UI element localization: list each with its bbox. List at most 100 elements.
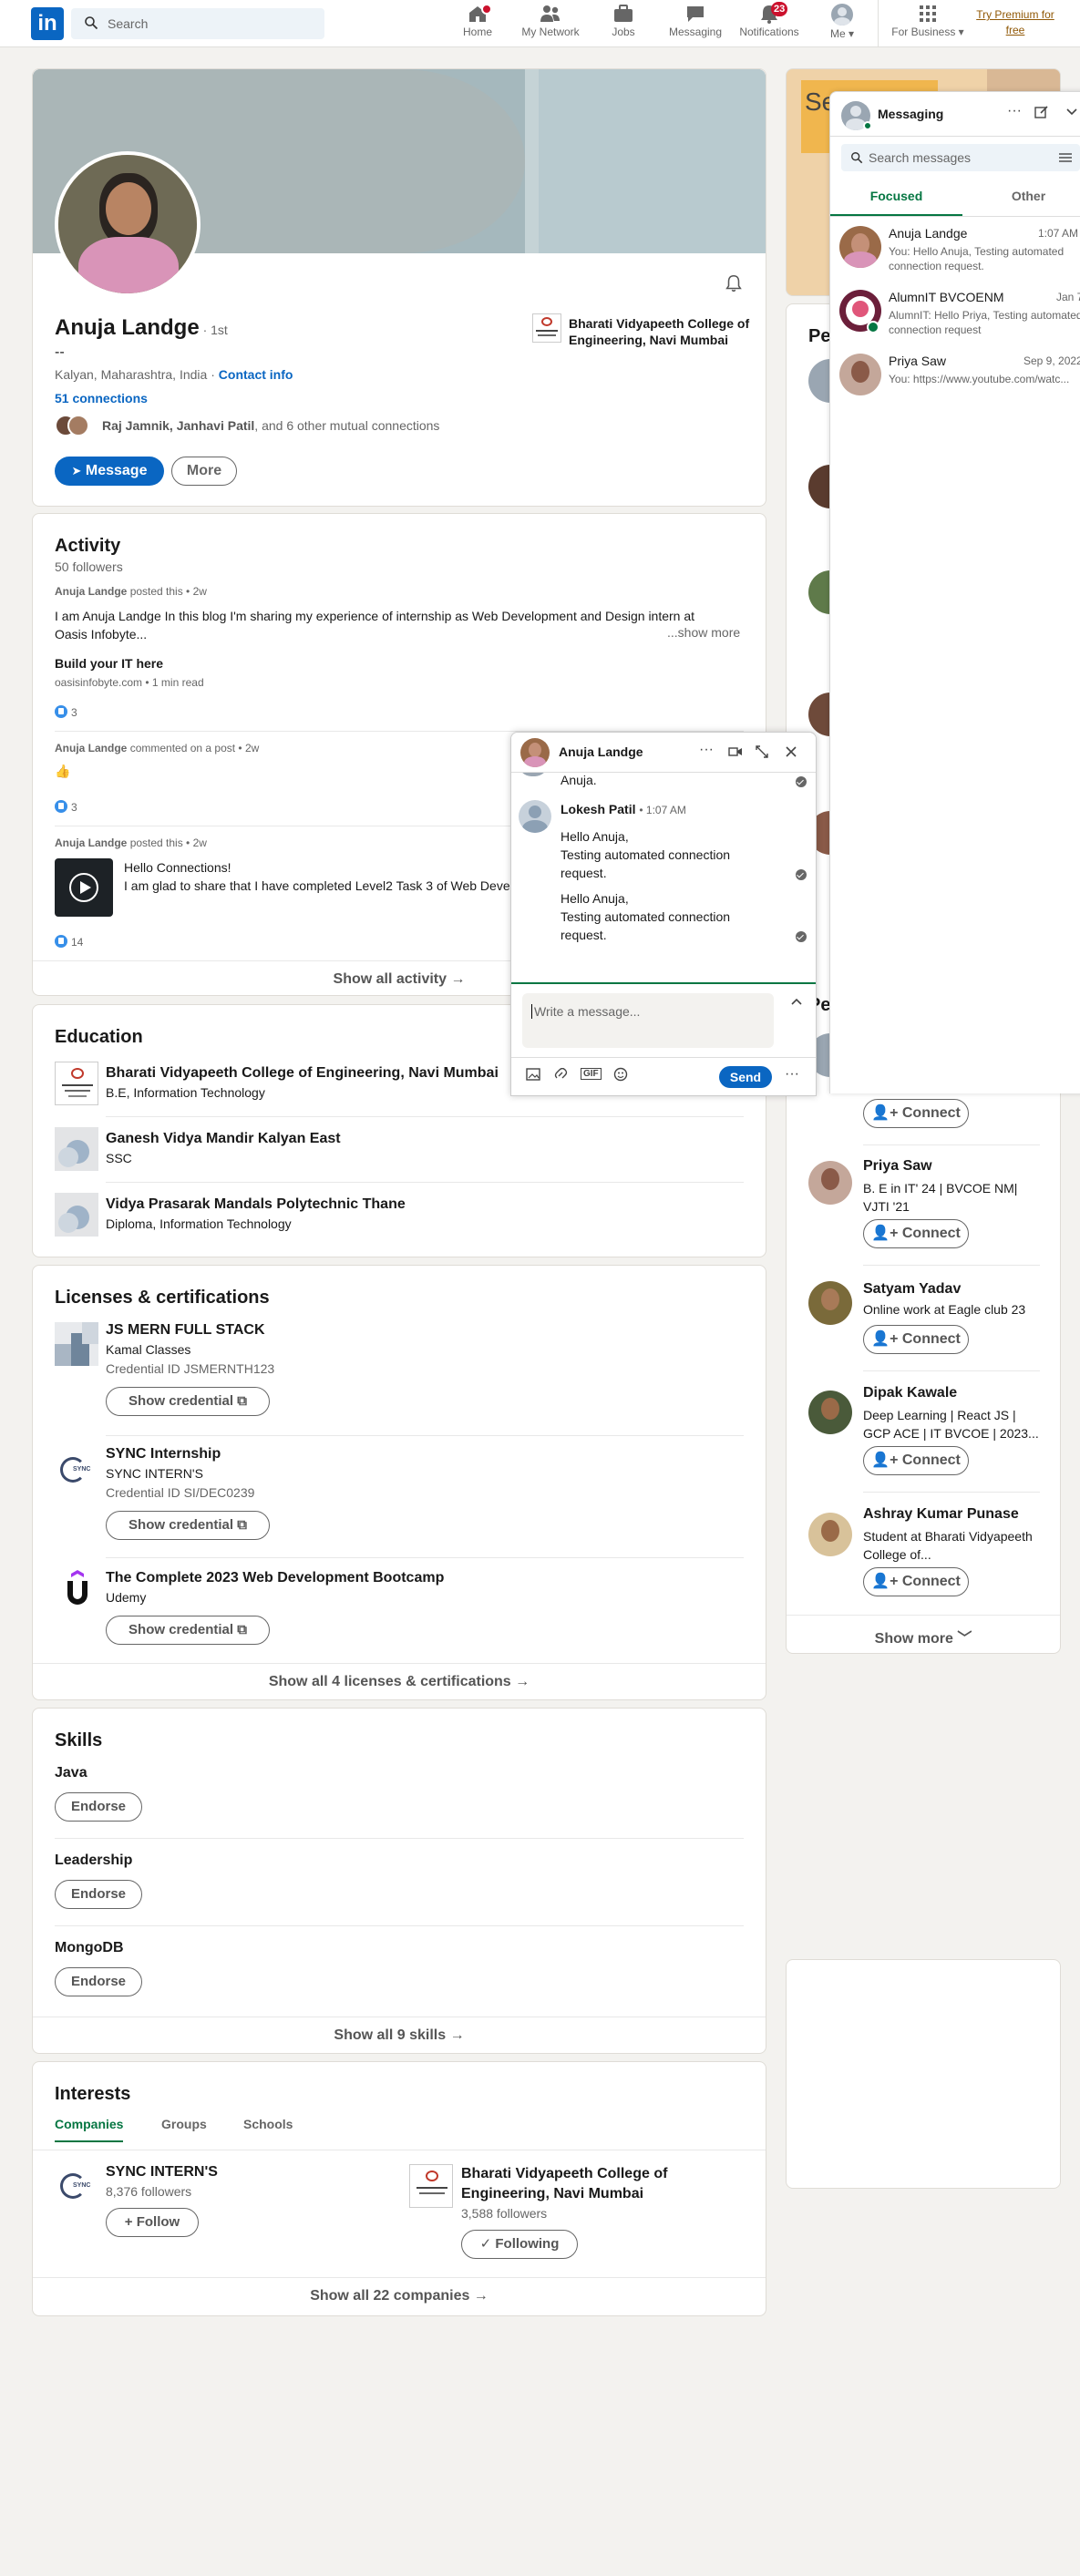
tab-groups[interactable]: Groups (161, 2117, 207, 2131)
profile-photo[interactable] (55, 151, 201, 297)
nav-jobs[interactable]: Jobs (605, 4, 642, 38)
more-options-icon[interactable]: ··· (1007, 103, 1022, 119)
person-name[interactable]: Dipak Kawale (863, 1385, 957, 1401)
compose-icon[interactable] (1034, 105, 1049, 119)
sender-avatar[interactable] (519, 800, 551, 833)
post-link-title[interactable]: Build your IT here (55, 656, 163, 671)
person-avatar[interactable] (808, 1281, 852, 1325)
gif-icon[interactable]: GIF (581, 1068, 602, 1080)
more-options-icon[interactable]: ··· (699, 742, 714, 758)
mutual-connections[interactable]: Raj Jamnik, Janhavi Patil, and 6 other m… (102, 418, 439, 433)
chat-header[interactable]: Anuja Landge ··· (511, 733, 816, 773)
endorse-button[interactable]: Endorse (55, 1792, 142, 1822)
skill-name[interactable]: Java (55, 1765, 87, 1781)
nav-home[interactable]: Home (459, 4, 496, 38)
school-name[interactable]: Ganesh Vidya Mandir Kalyan East (106, 1131, 341, 1147)
comment-text[interactable]: 👍 (55, 764, 70, 779)
conversation-item[interactable]: AlumnIT BVCOENM Jan 7 AlumnIT: Hello Pri… (830, 281, 1080, 343)
video-call-icon[interactable] (728, 746, 743, 757)
tab-companies[interactable]: Companies (55, 2117, 124, 2142)
sync-interns-logo[interactable]: SYNC (58, 1453, 95, 1490)
person-avatar[interactable] (808, 1391, 852, 1434)
connections-link[interactable]: 51 connections (55, 391, 148, 405)
skill-name[interactable]: MongoDB (55, 1940, 124, 1956)
messages-search[interactable]: Search messages (841, 144, 1080, 171)
more-button[interactable]: More (171, 457, 237, 486)
image-icon[interactable] (526, 1068, 540, 1081)
chevron-down-icon[interactable] (1065, 107, 1078, 118)
nav-me[interactable]: Me ▾ (824, 4, 860, 40)
school-logo-placeholder[interactable] (55, 1127, 98, 1171)
chevron-up-icon[interactable] (790, 997, 803, 1006)
school-name[interactable]: Bharati Vidyapeeth College of Engineerin… (106, 1065, 499, 1082)
close-icon[interactable] (785, 745, 797, 758)
show-more-link[interactable]: ...show more (667, 625, 740, 640)
emoji-icon[interactable] (613, 1067, 628, 1082)
post-reactions[interactable]: 3 (55, 705, 77, 719)
endorse-button[interactable]: Endorse (55, 1880, 142, 1909)
linkedin-logo[interactable]: in (31, 7, 64, 40)
post-reactions[interactable]: 14 (55, 935, 83, 949)
search-box[interactable]: Search (71, 8, 324, 39)
contact-info-link[interactable]: Contact info (219, 367, 293, 382)
person-name[interactable]: Priya Saw (863, 1158, 932, 1175)
filter-icon[interactable] (1058, 151, 1073, 164)
connect-button[interactable]: 👤+ Connect (863, 1219, 969, 1248)
show-credential-button[interactable]: Show credential ⧉ (106, 1511, 270, 1540)
sync-interns-logo[interactable]: SYNC (58, 2170, 95, 2206)
bell-icon[interactable] (724, 273, 744, 293)
post-author[interactable]: Anuja Landge (55, 742, 127, 754)
send-button[interactable]: Send (719, 1066, 772, 1088)
school-logo[interactable] (55, 1062, 98, 1105)
person-avatar[interactable] (808, 1161, 852, 1205)
more-options-icon[interactable]: ··· (785, 1066, 799, 1083)
show-credential-button[interactable]: Show credential ⧉ (106, 1387, 270, 1416)
nav-for-business[interactable]: For Business ▾ (886, 4, 970, 38)
message-input[interactable]: Write a message... (522, 993, 774, 1048)
nav-notifications[interactable]: 23 Notifications (735, 2, 804, 38)
nav-messaging[interactable]: Messaging (665, 4, 725, 38)
attachment-icon[interactable] (553, 1068, 568, 1081)
connect-button[interactable]: 👤+ Connect (863, 1446, 969, 1475)
messaging-title[interactable]: Messaging (878, 107, 943, 121)
tab-focused[interactable]: Focused (830, 183, 962, 216)
follow-button[interactable]: + Follow (106, 2208, 199, 2237)
nav-my-network[interactable]: My Network (518, 4, 583, 38)
school-name[interactable]: Vidya Prasarak Mandals Polytechnic Thane (106, 1196, 406, 1213)
skill-name[interactable]: Leadership (55, 1852, 132, 1869)
chat-name[interactable]: Anuja Landge (559, 744, 643, 759)
message-button[interactable]: ➤ Message (55, 457, 164, 486)
company-name[interactable]: SYNC INTERN'S (106, 2164, 218, 2181)
show-all-licenses[interactable]: Show all 4 licenses & certifications → (33, 1674, 766, 1690)
show-all-companies[interactable]: Show all 22 companies → (33, 2288, 766, 2304)
show-all-skills[interactable]: Show all 9 skills → (33, 2027, 766, 2044)
tab-other[interactable]: Other (962, 183, 1080, 216)
udemy-logo[interactable] (62, 1570, 93, 1610)
tab-schools[interactable]: Schools (243, 2117, 293, 2131)
connect-button[interactable]: 👤+ Connect (863, 1099, 969, 1128)
school-logo-placeholder[interactable] (55, 1193, 98, 1237)
post-author[interactable]: Anuja Landge (55, 836, 127, 849)
endorse-button[interactable]: Endorse (55, 1967, 142, 1996)
conversation-item[interactable]: Priya Saw Sep 9, 2022 You: https://www.y… (830, 344, 1080, 406)
video-thumbnail[interactable] (55, 858, 113, 917)
following-button[interactable]: ✓ Following (461, 2230, 578, 2259)
company-name[interactable]: Bharati Vidyapeeth College of Engineerin… (461, 2164, 735, 2204)
expand-icon[interactable] (756, 745, 768, 758)
person-name[interactable]: Satyam Yadav (863, 1281, 961, 1298)
college-logo[interactable] (409, 2164, 453, 2208)
sender-name[interactable]: Lokesh Patil (561, 802, 635, 816)
post-reactions[interactable]: 3 (55, 800, 77, 814)
connect-button[interactable]: 👤+ Connect (863, 1567, 969, 1596)
post-author[interactable]: Anuja Landge (55, 585, 127, 598)
try-premium-link[interactable]: Try Premium for free (972, 7, 1059, 38)
show-credential-button[interactable]: Show credential ⧉ (106, 1616, 270, 1645)
post-text[interactable]: I am Anuja Landge In this blog I'm shari… (55, 607, 729, 643)
conversation-item[interactable]: Anuja Landge 1:07 AM You: Hello Anuja, T… (830, 217, 1080, 279)
profile-education-link[interactable]: Bharati Vidyapeeth College of Engineerin… (569, 315, 751, 348)
issuer-logo[interactable] (55, 1322, 98, 1366)
person-avatar[interactable] (808, 1513, 852, 1556)
college-logo[interactable] (532, 313, 561, 343)
connect-button[interactable]: 👤+ Connect (863, 1325, 969, 1354)
person-name[interactable]: Ashray Kumar Punase (863, 1506, 1019, 1523)
